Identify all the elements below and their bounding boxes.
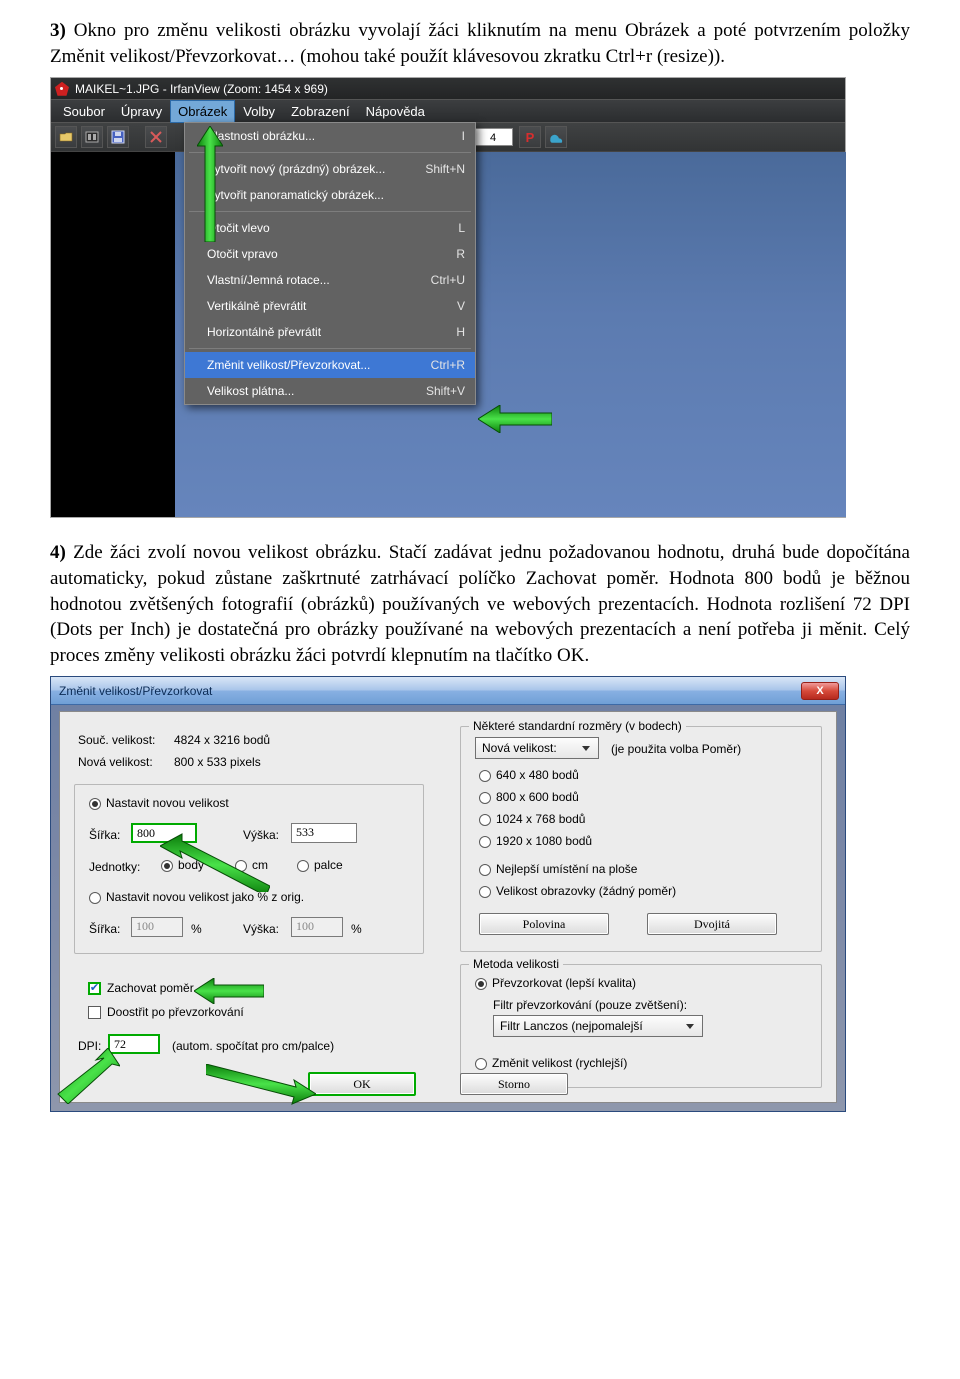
window-title: MAIKEL~1.JPG - IrfanView (Zoom: 1454 x 9… bbox=[75, 81, 328, 97]
dpi-input[interactable]: 72 bbox=[108, 1034, 160, 1054]
radio-units-inch[interactable]: palce bbox=[297, 857, 343, 873]
menu-file[interactable]: Soubor bbox=[55, 100, 113, 124]
toolbar-number[interactable]: 4 bbox=[473, 128, 513, 146]
pct-width-label: Šířka: bbox=[89, 921, 120, 937]
height-label: Výška: bbox=[243, 827, 279, 843]
menu-item-panorama[interactable]: Vytvořit panoramatický obrázek... bbox=[185, 182, 475, 208]
menu-view[interactable]: Zobrazení bbox=[283, 100, 358, 124]
radio-set-new-size[interactable]: Nastavit novou velikost bbox=[89, 795, 229, 811]
dpi-note: (autom. spočítat pro cm/palce) bbox=[172, 1038, 334, 1054]
green-arrow-ok-icon bbox=[206, 1064, 316, 1106]
std-note: (je použita volba Poměr) bbox=[611, 741, 741, 757]
menu-item-resize[interactable]: Změnit velikost/Převzorkovat...Ctrl+R bbox=[185, 352, 475, 378]
para3-lead: 3) bbox=[50, 20, 66, 41]
menu-item-flip-v[interactable]: Vertikálně převrátitV bbox=[185, 293, 475, 319]
height-input[interactable]: 533 bbox=[291, 823, 357, 843]
toolbar-p-icon[interactable]: P bbox=[519, 126, 541, 148]
radio-1024[interactable]: 1024 x 768 bodů bbox=[479, 811, 585, 827]
screenshot-resize-dialog: Změnit velikost/Převzorkovat X Souč. vel… bbox=[50, 676, 846, 1112]
units-label: Jednotky: bbox=[89, 859, 140, 875]
new-size-label: Nová velikost: bbox=[78, 754, 153, 770]
menu-help[interactable]: Nápověda bbox=[358, 100, 433, 124]
delete-icon[interactable] bbox=[145, 126, 167, 148]
pct-width-input[interactable]: 100 bbox=[131, 917, 183, 937]
radio-screen-size[interactable]: Velikost obrazovky (žádný poměr) bbox=[479, 883, 676, 899]
filter-label: Filtr převzorkování (pouze zvětšení): bbox=[493, 997, 687, 1013]
radio-units-cm[interactable]: cm bbox=[235, 857, 268, 873]
radio-dot-icon bbox=[89, 798, 101, 810]
green-arrow-dpi-icon bbox=[56, 1048, 120, 1104]
standard-sizes-group: Některé standardní rozměry (v bodech) No… bbox=[460, 726, 822, 952]
filter-combo[interactable]: Filtr Lanczos (nejpomalejší bbox=[493, 1015, 703, 1037]
para4-text: Zde žáci zvolí novou velikost obrázku. S… bbox=[50, 542, 910, 666]
open-icon[interactable] bbox=[55, 126, 77, 148]
pct-height-label: Výška: bbox=[243, 921, 279, 937]
menu-options[interactable]: Volby bbox=[235, 100, 283, 124]
checkbox-sharpen[interactable]: Doostřit po převzorkování bbox=[88, 1004, 244, 1020]
close-button[interactable]: X bbox=[801, 682, 839, 700]
radio-640[interactable]: 640 x 480 bodů bbox=[479, 767, 579, 783]
checkbox-icon bbox=[88, 982, 101, 995]
current-size-label: Souč. velikost: bbox=[78, 732, 155, 748]
radio-800[interactable]: 800 x 600 bodů bbox=[479, 789, 579, 805]
slideshow-icon[interactable] bbox=[81, 126, 103, 148]
size-group: Nastavit novou velikost Šířka: 800 Výška… bbox=[74, 784, 424, 954]
double-button[interactable]: Dvojitá bbox=[647, 913, 777, 935]
menu-item-flip-h[interactable]: Horizontálně převrátitH bbox=[185, 319, 475, 345]
pct-height-unit: % bbox=[351, 921, 362, 937]
menu-edit[interactable]: Úpravy bbox=[113, 100, 170, 124]
checkbox-keep-ratio[interactable]: Zachovat poměr bbox=[88, 980, 194, 996]
new-size-value: 800 x 533 pixels bbox=[174, 754, 261, 770]
dialog-title: Změnit velikost/Převzorkovat bbox=[59, 683, 212, 699]
menubar: Soubor Úpravy Obrázek Volby Zobrazení Ná… bbox=[51, 100, 845, 122]
dpi-label: DPI: bbox=[78, 1038, 101, 1054]
menu-separator bbox=[189, 211, 471, 212]
chevron-down-icon bbox=[578, 740, 594, 756]
menu-item-rotate-right[interactable]: Otočit vpravoR bbox=[185, 241, 475, 267]
irfanview-icon bbox=[55, 82, 69, 96]
checkbox-icon bbox=[88, 1006, 101, 1019]
new-size-combo[interactable]: Nová velikost: bbox=[475, 737, 599, 759]
chevron-down-icon bbox=[682, 1018, 698, 1034]
save-icon[interactable] bbox=[107, 126, 129, 148]
radio-best-fit[interactable]: Nejlepší umístění na ploše bbox=[479, 861, 637, 877]
screenshot-irfanview-menu: MAIKEL~1.JPG - IrfanView (Zoom: 1454 x 9… bbox=[50, 77, 846, 518]
half-button[interactable]: Polovina bbox=[479, 913, 609, 935]
pct-width-unit: % bbox=[191, 921, 202, 937]
width-label: Šířka: bbox=[89, 827, 120, 843]
method-group: Metoda velikosti Převzorkovat (lepší kva… bbox=[460, 964, 822, 1088]
width-input[interactable]: 800 bbox=[131, 823, 197, 843]
menu-separator bbox=[189, 348, 471, 349]
green-arrow-keepratio-icon bbox=[194, 978, 264, 1004]
menu-item-new[interactable]: Vytvořit nový (prázdný) obrázek...Shift+… bbox=[185, 156, 475, 182]
menu-item-custom-rotate[interactable]: Vlastní/Jemná rotace...Ctrl+U bbox=[185, 267, 475, 293]
menu-item-rotate-left[interactable]: Otočit vlevoL bbox=[185, 215, 475, 241]
menu-separator bbox=[189, 152, 471, 153]
menu-item-props[interactable]: Vlastnosti obrázku...I bbox=[185, 123, 475, 149]
window-titlebar: MAIKEL~1.JPG - IrfanView (Zoom: 1454 x 9… bbox=[51, 78, 845, 100]
radio-resize[interactable]: Změnit velikost (rychlejší) bbox=[475, 1055, 627, 1071]
method-legend: Metoda velikosti bbox=[469, 956, 563, 972]
radio-units-pixels[interactable]: body bbox=[161, 857, 204, 873]
image-menu-dropdown: Vlastnosti obrázku...I Vytvořit nový (pr… bbox=[184, 122, 476, 405]
standard-sizes-legend: Některé standardní rozměry (v bodech) bbox=[469, 718, 686, 734]
toolbar-cloud-icon[interactable] bbox=[545, 126, 567, 148]
dialog-titlebar: Změnit velikost/Převzorkovat X bbox=[51, 677, 845, 705]
cancel-button[interactable]: Storno bbox=[460, 1073, 568, 1095]
menu-item-canvas[interactable]: Velikost plátna...Shift+V bbox=[185, 378, 475, 404]
radio-1920[interactable]: 1920 x 1080 bodů bbox=[479, 833, 592, 849]
paragraph-4: 4) Zde žáci zvolí novou velikost obrázku… bbox=[50, 540, 910, 668]
menu-image[interactable]: Obrázek bbox=[170, 100, 235, 124]
para3-text: Okno pro změnu velikosti obrázku vyvolaj… bbox=[50, 20, 910, 67]
pct-height-input[interactable]: 100 bbox=[291, 917, 343, 937]
dialog-body: Souč. velikost: 4824 x 3216 bodů Nová ve… bbox=[59, 711, 837, 1103]
ok-button[interactable]: OK bbox=[308, 1072, 416, 1096]
radio-resample[interactable]: Převzorkovat (lepší kvalita) bbox=[475, 975, 636, 991]
radio-set-percent[interactable]: Nastavit novou velikost jako % z orig. bbox=[89, 889, 304, 905]
current-size-value: 4824 x 3216 bodů bbox=[174, 732, 270, 748]
para4-lead: 4) bbox=[50, 542, 66, 563]
paragraph-3: 3) Okno pro změnu velikosti obrázku vyvo… bbox=[50, 18, 910, 69]
